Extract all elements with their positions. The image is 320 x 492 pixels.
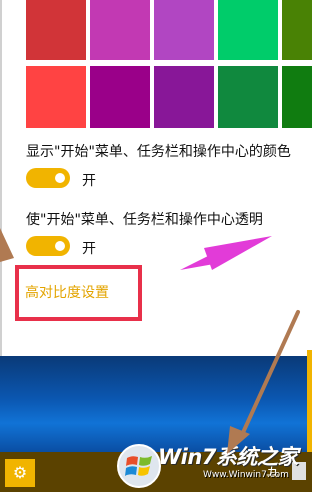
toggle-knob xyxy=(55,173,65,183)
color-swatch[interactable] xyxy=(218,0,278,60)
color-swatch[interactable] xyxy=(154,66,214,128)
color-swatch[interactable] xyxy=(282,66,312,128)
watermark-text: Win7系统之家 xyxy=(158,445,298,469)
transparency-toggle[interactable] xyxy=(26,236,70,256)
transparency-label: 使"开始"菜单、任务栏和操作中心透明 xyxy=(26,212,263,228)
accent-edge xyxy=(307,350,312,452)
start-button[interactable]: ⚙ xyxy=(5,459,35,487)
transparency-state: 开 xyxy=(82,241,96,257)
color-swatch[interactable] xyxy=(282,0,312,60)
high-contrast-settings-link[interactable]: 高对比度设置 xyxy=(25,282,109,302)
color-swatch[interactable] xyxy=(26,66,86,128)
color-swatch[interactable] xyxy=(90,0,150,60)
settings-panel: 显示"开始"菜单、任务栏和操作中心的颜色 开 使"开始"菜单、任务栏和操作中心透… xyxy=(0,0,312,356)
watermark-url: Www.Winwin7.com xyxy=(203,470,289,480)
desktop-wallpaper xyxy=(0,356,312,452)
panel-left-edge xyxy=(0,0,2,356)
color-swatch[interactable] xyxy=(26,0,86,60)
show-color-label: 显示"开始"菜单、任务栏和操作中心的颜色 xyxy=(26,144,291,160)
show-color-state: 开 xyxy=(82,173,96,189)
toggle-knob xyxy=(55,241,65,251)
show-color-toggle[interactable] xyxy=(26,168,70,188)
gear-icon: ⚙ xyxy=(12,463,28,482)
color-swatch[interactable] xyxy=(90,66,150,128)
color-swatch[interactable] xyxy=(154,0,214,60)
color-swatch[interactable] xyxy=(218,66,278,128)
